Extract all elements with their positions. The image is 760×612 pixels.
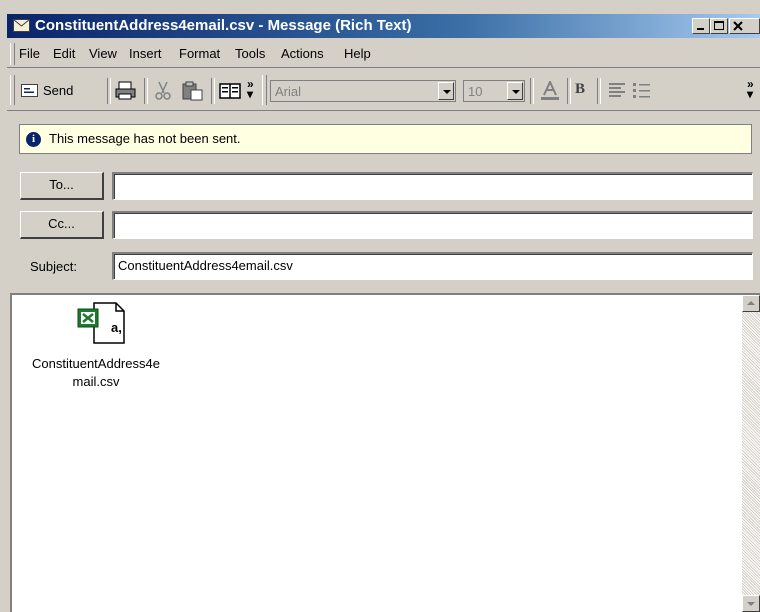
font-size-select[interactable]: 10 (463, 80, 525, 102)
to-field[interactable] (112, 172, 753, 200)
maximize-icon (714, 21, 724, 30)
toolbar-grip[interactable] (10, 75, 15, 105)
envelope-icon (13, 19, 30, 32)
address-book-icon[interactable] (219, 81, 241, 101)
cc-button[interactable]: Cc... (20, 211, 104, 239)
info-message: This message has not been sent. (49, 131, 241, 146)
toolbar-separator (144, 78, 148, 104)
message-window: ConstituentAddress4email.csv - Message (… (0, 0, 760, 612)
send-form-icon (21, 84, 38, 97)
attachment-filename-line1: ConstituentAddress4e (32, 356, 160, 371)
align-left-icon[interactable] (608, 82, 626, 100)
minimize-button[interactable] (692, 18, 710, 34)
chevron-down-icon[interactable] (438, 82, 454, 100)
font-color-icon[interactable] (539, 81, 561, 101)
toolbar-separator (567, 78, 571, 104)
menu-format[interactable]: Format (179, 46, 220, 61)
menu-grip[interactable] (10, 43, 15, 65)
font-name-select[interactable]: Arial (270, 80, 456, 102)
close-icon (733, 21, 743, 31)
bold-button[interactable]: B (575, 81, 585, 98)
bullets-icon[interactable] (632, 82, 652, 100)
chevron-down-icon[interactable] (507, 82, 523, 100)
menu-tools[interactable]: Tools (235, 46, 265, 61)
paste-icon[interactable] (182, 81, 204, 101)
menu-bar: File Edit View Insert Format Tools Actio… (7, 41, 760, 68)
subject-value: ConstituentAddress4email.csv (118, 258, 293, 273)
toolbar: Send » ▾ Arial 10 B » ▾ (7, 70, 760, 111)
window-title: ConstituentAddress4email.csv - Message (… (35, 17, 412, 34)
print-icon[interactable] (115, 81, 137, 101)
toolbar-separator (597, 78, 601, 104)
font-name-value: Arial (275, 84, 302, 99)
menu-actions[interactable]: Actions (281, 46, 324, 61)
menu-help[interactable]: Help (344, 46, 371, 61)
title-bar[interactable]: ConstituentAddress4email.csv - Message (… (7, 14, 760, 38)
scroll-down-button[interactable] (742, 595, 760, 612)
scroll-up-button[interactable] (742, 295, 760, 312)
send-button[interactable]: Send (21, 81, 103, 101)
toolbar-separator (530, 78, 534, 104)
subject-label: Subject: (30, 259, 77, 274)
subject-field[interactable]: ConstituentAddress4email.csv (112, 252, 753, 280)
menu-insert[interactable]: Insert (129, 46, 162, 61)
file-type-glyph: a, (111, 320, 122, 335)
excel-csv-file-icon (77, 302, 125, 344)
toolbar-overflow-chevron-icon[interactable]: » ▾ (747, 78, 759, 103)
cc-field[interactable] (112, 211, 753, 239)
info-bar: i This message has not been sent. (19, 124, 752, 154)
menu-edit[interactable]: Edit (53, 46, 75, 61)
maximize-button[interactable] (710, 18, 728, 34)
toolbar-separator (107, 78, 111, 104)
info-icon: i (26, 132, 41, 147)
toolbar-grip[interactable] (262, 75, 267, 105)
message-body[interactable]: a, ConstituentAddress4e mail.csv (10, 293, 760, 612)
to-button[interactable]: To... (20, 172, 104, 200)
minimize-icon (697, 28, 704, 30)
toolbar-separator (211, 78, 215, 104)
toolbar-overflow-chevron-icon[interactable]: » ▾ (247, 78, 259, 103)
send-label: Send (43, 83, 74, 98)
attachment-filename: ConstituentAddress4e mail.csv (16, 355, 176, 391)
close-button[interactable] (729, 18, 760, 34)
vertical-scrollbar[interactable] (742, 295, 760, 612)
cut-icon[interactable] (153, 81, 173, 101)
attachment-filename-line2: mail.csv (72, 374, 120, 389)
font-size-value: 10 (468, 84, 483, 99)
menu-file[interactable]: File (19, 46, 40, 61)
menu-view[interactable]: View (89, 46, 117, 61)
